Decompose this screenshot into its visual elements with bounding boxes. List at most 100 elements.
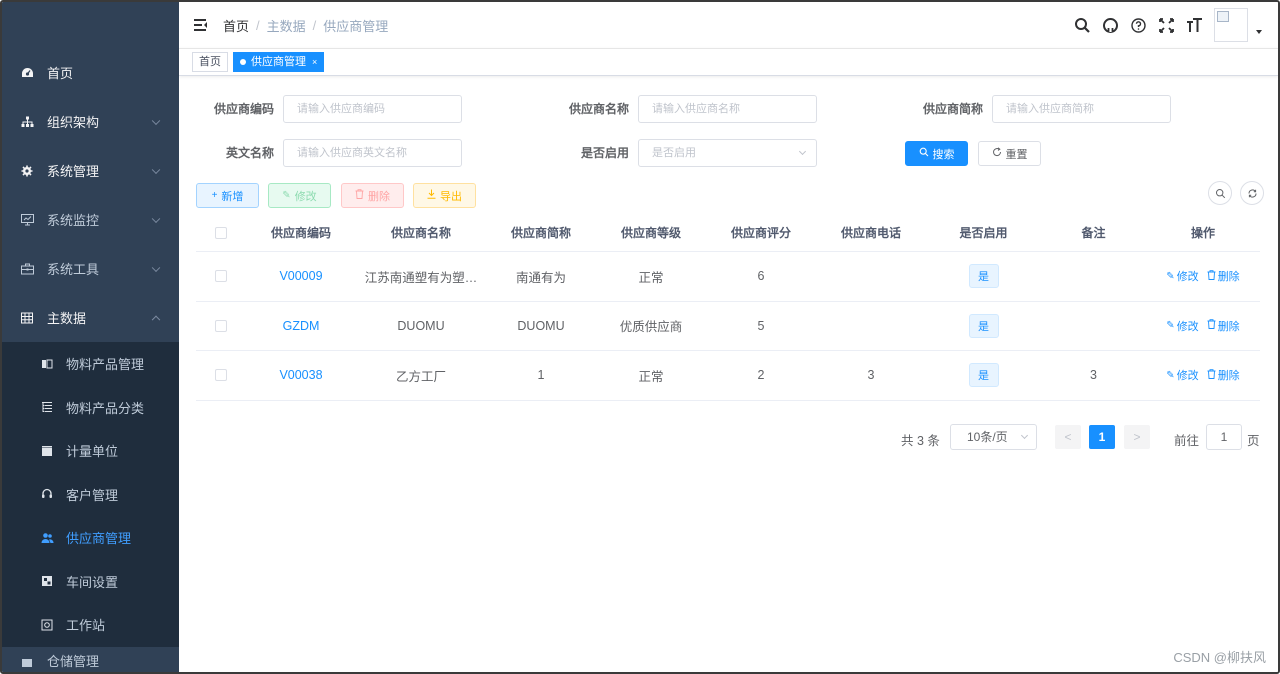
sidebar-item-units[interactable]: 计量单位 [2, 429, 179, 473]
tool-icon [20, 262, 34, 276]
row-edit-link[interactable]: ✎ 修改 [1166, 268, 1198, 284]
header-supplier-short-name[interactable]: 供应商简称 [486, 214, 596, 251]
table-row[interactable]: V00009 江苏南通塑有为塑… 南通有为 正常 6 是 ✎ 修改 删除 [196, 252, 1260, 302]
sidebar-item-suppliers[interactable]: 供应商管理 [2, 516, 179, 560]
supplier-name-input[interactable]: 请输入供应商名称 [638, 95, 817, 123]
sidebar-item-system-tools[interactable]: 系统工具 [2, 244, 179, 293]
sidebar-item-system-monitor[interactable]: 系统监控 [2, 195, 179, 244]
row-delete-label: 删除 [1217, 271, 1240, 284]
edit-button[interactable]: ✎ 修改 [268, 183, 331, 208]
sidebar-item-customers[interactable]: 客户管理 [2, 473, 179, 517]
sidebar-item-system-management[interactable]: 系统管理 [2, 146, 179, 195]
search-icon[interactable] [1071, 14, 1093, 36]
sidebar-item-label: 组织架构 [47, 115, 100, 130]
breadcrumb-item-home[interactable]: 首页 [223, 16, 249, 35]
sidebar-item-workshops[interactable]: 车间设置 [2, 560, 179, 604]
caret-down-icon[interactable] [1256, 30, 1262, 34]
header-supplier-code[interactable]: 供应商编码 [246, 214, 356, 251]
refresh-table-button[interactable] [1240, 181, 1264, 205]
github-icon[interactable] [1099, 14, 1121, 36]
jump-page-input[interactable]: 1 [1206, 424, 1242, 450]
sidebar-item-organization[interactable]: 组织架构 [2, 97, 179, 146]
tag-home[interactable]: 首页 [192, 52, 228, 72]
trash-icon [355, 189, 364, 202]
sidebar-item-material-products[interactable]: 物料产品管理 [2, 342, 179, 386]
header-supplier-level[interactable]: 供应商等级 [596, 214, 706, 251]
cell-supplier-short-name: 南通有为 [515, 270, 566, 285]
label-english-name: 英文名称 [225, 146, 274, 160]
page-size-select[interactable]: 10条/页 [950, 424, 1037, 450]
toggle-search-button[interactable] [1208, 181, 1232, 205]
avatar[interactable] [1214, 8, 1248, 42]
row-edit-label: 修改 [1176, 271, 1199, 284]
table-row[interactable]: GZDM DUOMU DUOMU 优质供应商 5 是 ✎ 修改 删除 [196, 302, 1260, 351]
cell-enabled: 是 [926, 252, 1041, 301]
supplier-short-name-input[interactable]: 请输入供应商简称 [992, 95, 1171, 123]
cell-supplier-score: 6 [757, 269, 765, 284]
table-row[interactable]: V00038 乙方工厂 1 正常 2 3 是 3 ✎ 修改 删除 [196, 351, 1260, 401]
search-button[interactable]: 搜索 [905, 141, 968, 166]
cell-supplier-code[interactable]: V00038 [246, 351, 356, 400]
cell-supplier-phone [816, 302, 926, 351]
export-button[interactable]: 导出 [413, 183, 476, 208]
row-checkbox[interactable] [215, 270, 227, 283]
question-icon[interactable] [1127, 14, 1149, 36]
sidebar-item-label: 工作站 [66, 618, 106, 634]
sidebar-item-master-data[interactable]: 主数据 [2, 293, 179, 342]
font-size-icon[interactable] [1183, 14, 1205, 36]
row-checkbox[interactable] [215, 319, 227, 332]
sidebar-item-warehouse[interactable]: 仓储管理 [2, 647, 179, 673]
row-select-cell [196, 351, 246, 400]
header-supplier-phone[interactable]: 供应商电话 [816, 214, 926, 251]
edit-icon: ✎ [1166, 320, 1175, 332]
cell-supplier-code[interactable]: GZDM [246, 302, 356, 351]
tree-icon [20, 115, 34, 129]
fullscreen-icon[interactable] [1155, 14, 1177, 36]
sidebar-item-label: 主数据 [47, 311, 87, 326]
workshop-icon [40, 574, 54, 588]
row-edit-link[interactable]: ✎ 修改 [1166, 318, 1198, 334]
cell-actions: ✎ 修改 删除 [1146, 252, 1260, 301]
pagination-total: 共 3 条 [901, 434, 940, 448]
submenu-master-data: 物料产品管理 物料产品分类 计量单位 客户管理 供应商管理 车间设置 工作站 [2, 342, 179, 647]
sidebar-item-label: 系统管理 [47, 164, 100, 179]
row-checkbox[interactable] [215, 369, 227, 382]
sidebar-item-workstations[interactable]: 工作站 [2, 603, 179, 647]
cell-supplier-phone: 3 [867, 368, 875, 383]
row-delete-link[interactable]: 删除 [1207, 268, 1240, 284]
sidebar-item-label: 物料产品分类 [66, 400, 145, 416]
header-supplier-score[interactable]: 供应商评分 [706, 214, 816, 251]
cell-supplier-short-name: 1 [537, 368, 545, 383]
cell-supplier-phone [816, 252, 926, 301]
tag-suppliers[interactable]: 供应商管理 × [233, 52, 325, 72]
hamburger-icon[interactable] [194, 18, 208, 32]
chevron-down-icon [798, 147, 807, 156]
header-supplier-name[interactable]: 供应商名称 [356, 214, 486, 251]
select-all-checkbox[interactable] [215, 226, 227, 239]
english-name-input[interactable]: 请输入供应商英文名称 [283, 139, 462, 167]
cell-supplier-code[interactable]: V00009 [246, 252, 356, 301]
add-button[interactable]: + 新增 [196, 183, 259, 208]
cell-remark [1041, 302, 1146, 351]
chevron-down-icon [151, 116, 161, 125]
row-delete-link[interactable]: 删除 [1207, 367, 1240, 383]
header-remark[interactable]: 备注 [1041, 214, 1146, 251]
reset-button[interactable]: 重置 [978, 141, 1041, 166]
row-select-cell [196, 252, 246, 301]
row-delete-link[interactable]: 删除 [1207, 318, 1240, 334]
sidebar-item-home[interactable]: 首页 [2, 48, 179, 97]
header-enabled[interactable]: 是否启用 [926, 214, 1041, 251]
prev-page-button[interactable]: < [1055, 425, 1081, 449]
sidebar-item-material-categories[interactable]: 物料产品分类 [2, 386, 179, 430]
delete-button[interactable]: 删除 [341, 183, 404, 208]
tree-table-icon [40, 400, 54, 414]
enabled-select[interactable]: 是否启用 [638, 139, 817, 167]
supplier-code-input[interactable]: 请输入供应商编码 [283, 95, 462, 123]
select-placeholder: 是否启用 [652, 147, 696, 159]
sidebar-item-label: 计量单位 [66, 444, 119, 460]
page-1-button[interactable]: 1 [1089, 425, 1115, 449]
close-icon[interactable]: × [312, 53, 317, 71]
row-edit-link[interactable]: ✎ 修改 [1166, 367, 1198, 383]
row-edit-label: 修改 [1176, 370, 1199, 383]
next-page-button[interactable]: > [1124, 425, 1150, 449]
